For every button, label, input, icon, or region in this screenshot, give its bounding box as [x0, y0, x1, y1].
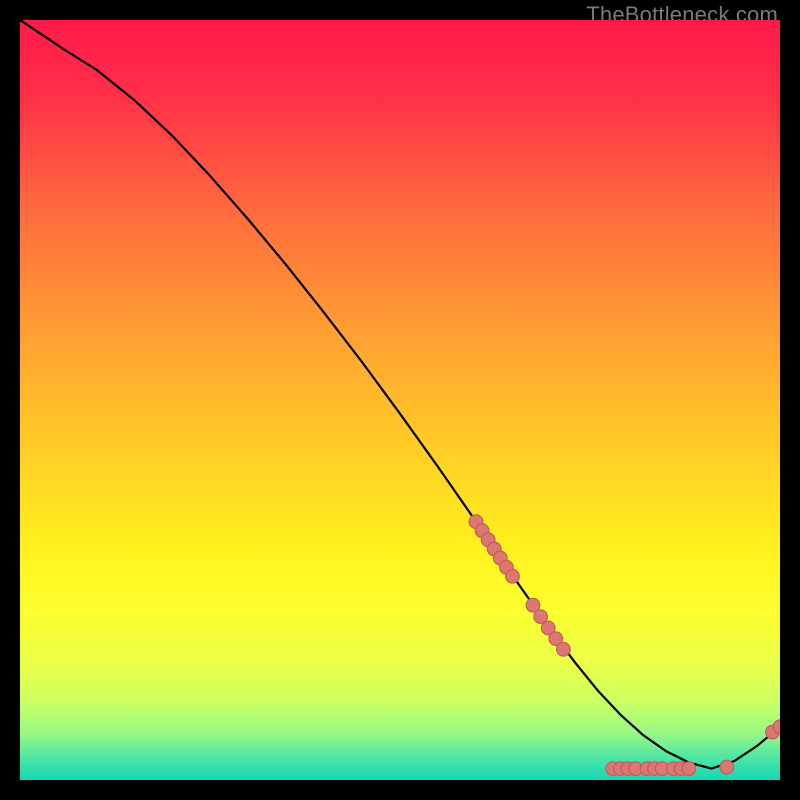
chart-stage: TheBottleneck.com	[0, 0, 800, 800]
plot-area	[20, 20, 780, 780]
background-gradient	[20, 20, 780, 780]
